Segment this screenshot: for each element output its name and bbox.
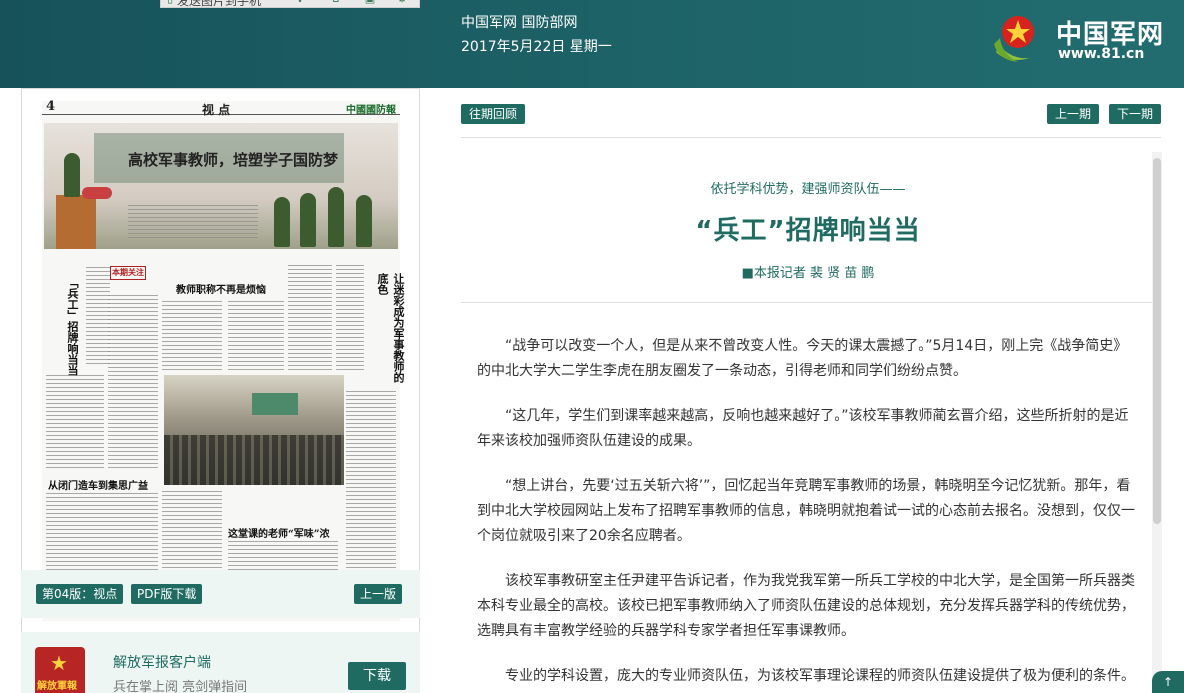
flowers bbox=[82, 187, 112, 199]
pdf-download-button[interactable]: PDF版下载 bbox=[131, 584, 203, 604]
banner-caption-text bbox=[128, 205, 258, 241]
article-paragraph: 该校军事教研室主任尹建平告诉记者，作为我党我军第一所兵工学校的中北大学，是全国第… bbox=[477, 573, 1135, 639]
focus-badge: 本期关注 bbox=[110, 266, 146, 280]
newspaper-masthead: 4 视 点 中國國防報 bbox=[42, 99, 400, 117]
article-byline: ■本报记者 裴 贤 苗 鹏 bbox=[741, 266, 875, 281]
prev-issue-button[interactable]: 上一期 bbox=[1047, 104, 1099, 124]
page-number: 4 bbox=[46, 99, 56, 114]
logo-url: www.81.cn bbox=[1058, 46, 1145, 62]
text-column bbox=[162, 301, 222, 371]
article-divider bbox=[461, 302, 1155, 303]
divider bbox=[461, 137, 1161, 138]
headline-title-worry[interactable]: 教师职称不再是烦恼 bbox=[176, 281, 266, 296]
app-promo: ★ 解放軍報 解放军报客户端 兵在掌上阅 亮剑弹指间 下载 bbox=[21, 632, 420, 693]
student-figure bbox=[274, 197, 290, 247]
article-paragraph: “想上讲台，先要‘过五关斩六将’”，回忆起当年竞聘军事教师的场景，韩晓明至今记忆… bbox=[477, 478, 1135, 544]
edition-bar: 第04版：视点 PDF版下载 上一版 bbox=[21, 570, 420, 618]
text-column bbox=[288, 265, 332, 371]
section-name: 视 点 bbox=[202, 103, 231, 117]
app-download-button[interactable]: 下载 bbox=[348, 662, 406, 690]
text-column bbox=[228, 301, 284, 371]
article-body: “战争可以改变一个人，但是从来不曾改变人性。今天的课太震撼了。”5月14日，刚上… bbox=[477, 334, 1139, 693]
phone-icon[interactable]: ▯ bbox=[163, 0, 177, 5]
app-icon-text: 解放軍報 bbox=[37, 681, 77, 692]
student-figure bbox=[300, 193, 316, 247]
send-to-phone-button[interactable]: 发送图片到手机 bbox=[177, 0, 261, 7]
headline-camouflage[interactable]: 让迷彩成为军事教师的底色 bbox=[374, 273, 406, 385]
audience bbox=[164, 435, 344, 485]
text-column bbox=[86, 267, 110, 367]
save-icon[interactable]: ▣ bbox=[363, 0, 377, 5]
banner-title: 高校军事教师，培塑学子国防梦 bbox=[128, 151, 339, 169]
left-panel: 4 视 点 中國國防報 高校军事教师，培塑学子国防梦 本期关注 「兵工」招牌响当… bbox=[0, 88, 440, 693]
current-edition-button[interactable]: 第04版：视点 bbox=[36, 584, 124, 604]
student-figure bbox=[356, 195, 372, 247]
app-title[interactable]: 解放军报客户端 bbox=[113, 652, 211, 672]
student-figure bbox=[328, 187, 344, 247]
headline-brainstorm[interactable]: 从闭门造车到集思广益 bbox=[48, 477, 148, 492]
article-kicker: 依托学科优势，建强师资队伍—— bbox=[710, 182, 906, 197]
teacher-figure bbox=[64, 153, 80, 197]
article-scrollbar[interactable] bbox=[1152, 152, 1162, 693]
image-toolbar: ▯ 发送图片到手机 ✣ ⌂ ▣ ⚙ bbox=[160, 0, 420, 8]
site-header: 中国军网 国防部网 2017年5月22日 星期一 中国军网 www.81.cn bbox=[0, 0, 1184, 88]
site-links[interactable]: 中国军网 国防部网 bbox=[461, 12, 577, 34]
app-logo-icon: ★ 解放軍報 bbox=[35, 647, 85, 693]
settings-icon[interactable]: ⚙ bbox=[395, 0, 409, 5]
next-issue-button[interactable]: 下一期 bbox=[1109, 104, 1161, 124]
projector-screen bbox=[252, 393, 298, 415]
paper-name: 中國國防報 bbox=[346, 105, 396, 116]
issue-date: 2017年5月22日 星期一 bbox=[461, 39, 612, 55]
archive-button[interactable]: 往期回顾 bbox=[461, 104, 525, 124]
banner-illustration[interactable]: 高校军事教师，培塑学子国防梦 bbox=[44, 123, 398, 249]
site-logo[interactable]: 中国军网 www.81.cn bbox=[990, 8, 1170, 68]
share-icon[interactable]: ✣ bbox=[293, 0, 307, 5]
article-paragraph: “战争可以改变一个人，但是从来不曾改变人性。今天的课太震撼了。”5月14日，刚上… bbox=[477, 338, 1128, 379]
home-icon[interactable]: ⌂ bbox=[329, 0, 343, 5]
article-panel: 依托学科优势，建强师资队伍—— “兵工”招牌响当当 ■本报记者 裴 贤 苗 鹏 … bbox=[461, 150, 1155, 693]
text-column bbox=[336, 265, 364, 371]
app-subtitle: 兵在掌上阅 亮剑弹指间 bbox=[113, 680, 248, 693]
prev-edition-button[interactable]: 上一版 bbox=[354, 584, 403, 604]
newspaper-page-frame[interactable]: 4 视 点 中國國防報 高校军事教师，培塑学子国防梦 本期关注 「兵工」招牌响当… bbox=[21, 88, 420, 643]
article-title: “兵工”招牌响当当 bbox=[695, 216, 921, 246]
text-column bbox=[46, 375, 104, 471]
star-icon: ★ bbox=[50, 651, 68, 675]
text-column bbox=[108, 295, 158, 471]
article-paragraph: “这几年，学生们到课率越来越高，反响也越来越好了。”该校军事教师蔺玄晋介绍，这些… bbox=[477, 408, 1129, 449]
article-paragraph: 专业的学科设置，庞大的专业师资队伍，为该校军事理论课程的师资队伍建设提供了极为便… bbox=[505, 668, 1135, 684]
podium bbox=[56, 195, 96, 249]
scrollbar-thumb[interactable] bbox=[1153, 158, 1161, 524]
headline-military-flavor[interactable]: 这堂课的老师“军味”浓 bbox=[228, 525, 330, 540]
back-to-top-icon[interactable]: ↑ bbox=[1152, 671, 1184, 693]
classroom-photo[interactable] bbox=[164, 375, 344, 485]
star-emblem-icon bbox=[994, 16, 1034, 62]
newspaper-page-image[interactable]: 4 视 点 中國國防報 高校军事教师，培塑学子国防梦 本期关注 「兵工」招牌响当… bbox=[42, 99, 405, 621]
